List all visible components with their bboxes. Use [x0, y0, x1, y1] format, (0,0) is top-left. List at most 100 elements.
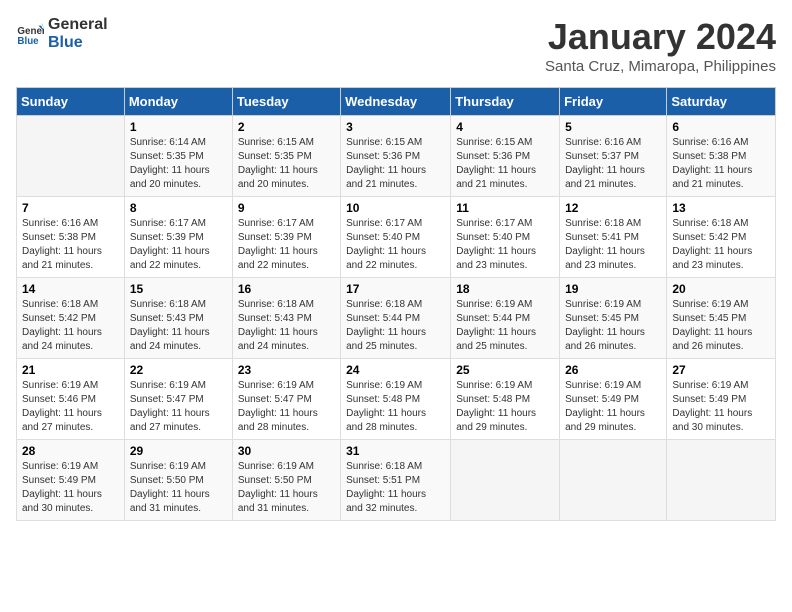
calendar-header: SundayMondayTuesdayWednesdayThursdayFrid…	[17, 88, 776, 116]
day-number: 17	[346, 282, 445, 296]
header-day-sunday: Sunday	[17, 88, 125, 116]
day-number: 18	[456, 282, 554, 296]
calendar-cell: 11Sunrise: 6:17 AM Sunset: 5:40 PM Dayli…	[451, 197, 560, 278]
day-number: 7	[22, 201, 119, 215]
calendar-cell: 25 Sunrise: 6:19 AM Sunset: 5:48 PM Dayli…	[451, 359, 560, 440]
day-number: 10	[346, 201, 445, 215]
header-day-friday: Friday	[560, 88, 667, 116]
day-info: Sunrise: 6:19 AM Sunset: 5:48 PM Dayligh…	[346, 379, 445, 435]
calendar-week-4: 21Sunrise: 6:19 AM Sunset: 5:46 PM Dayli…	[17, 359, 776, 440]
day-number: 19	[565, 282, 661, 296]
day-number: 2	[238, 120, 335, 134]
day-info: Sunrise: 6:17 AM Sunset: 5:40 PM Dayligh…	[346, 217, 445, 273]
day-number: 4	[456, 120, 554, 134]
day-info: Sunrise: 6:14 AM Sunset: 5:35 PM Dayligh…	[130, 136, 227, 192]
day-number: 24	[346, 363, 445, 377]
calendar-cell: 29Sunrise: 6:19 AM Sunset: 5:50 PM Dayli…	[124, 440, 232, 521]
day-info: Sunrise: 6:19 AM Sunset: 5:49 PM Dayligh…	[672, 379, 770, 435]
day-info: Sunrise: 6:18 AM Sunset: 5:43 PM Dayligh…	[130, 298, 227, 354]
svg-text:Blue: Blue	[17, 35, 39, 46]
day-info: Sunrise: 6:15 AM Sunset: 5:36 PM Dayligh…	[346, 136, 445, 192]
day-info: Sunrise: 6:19 AM Sunset: 5:50 PM Dayligh…	[130, 460, 227, 516]
day-info: Sunrise: 6:16 AM Sunset: 5:37 PM Dayligh…	[565, 136, 661, 192]
calendar-cell: 1 Sunrise: 6:14 AM Sunset: 5:35 PM Daylig…	[124, 116, 232, 197]
calendar-cell: 2 Sunrise: 6:15 AM Sunset: 5:35 PM Daylig…	[232, 116, 340, 197]
logo: General Blue General Blue	[16, 16, 108, 51]
calendar-cell: 8Sunrise: 6:17 AM Sunset: 5:39 PM Daylig…	[124, 197, 232, 278]
calendar-cell: 6Sunrise: 6:16 AM Sunset: 5:38 PM Daylig…	[667, 116, 776, 197]
day-number: 3	[346, 120, 445, 134]
title-section: January 2024 Santa Cruz, Mimaropa, Phili…	[545, 16, 776, 75]
day-number: 12	[565, 201, 661, 215]
day-info: Sunrise: 6:18 AM Sunset: 5:44 PM Dayligh…	[346, 298, 445, 354]
header-day-tuesday: Tuesday	[232, 88, 340, 116]
calendar-cell: 18Sunrise: 6:19 AM Sunset: 5:44 PM Dayli…	[451, 278, 560, 359]
calendar-cell: 28Sunrise: 6:19 AM Sunset: 5:49 PM Dayli…	[17, 440, 125, 521]
day-info: Sunrise: 6:16 AM Sunset: 5:38 PM Dayligh…	[672, 136, 770, 192]
calendar-week-2: 7 Sunrise: 6:16 AM Sunset: 5:38 PM Daylig…	[17, 197, 776, 278]
calendar-cell: 31 Sunrise: 6:18 AM Sunset: 5:51 PM Dayli…	[341, 440, 451, 521]
calendar-cell: 23 Sunrise: 6:19 AM Sunset: 5:47 PM Dayli…	[232, 359, 340, 440]
day-info: Sunrise: 6:18 AM Sunset: 5:43 PM Dayligh…	[238, 298, 335, 354]
calendar-cell: 15 Sunrise: 6:18 AM Sunset: 5:43 PM Dayli…	[124, 278, 232, 359]
day-number: 14	[22, 282, 119, 296]
calendar-title: January 2024	[545, 16, 776, 58]
day-number: 27	[672, 363, 770, 377]
calendar-cell: 12 Sunrise: 6:18 AM Sunset: 5:41 PM Dayli…	[560, 197, 667, 278]
calendar-cell: 17 Sunrise: 6:18 AM Sunset: 5:44 PM Dayli…	[341, 278, 451, 359]
day-number: 5	[565, 120, 661, 134]
day-info: Sunrise: 6:19 AM Sunset: 5:50 PM Dayligh…	[238, 460, 335, 516]
calendar-cell: 4 Sunrise: 6:15 AM Sunset: 5:36 PM Daylig…	[451, 116, 560, 197]
day-info: Sunrise: 6:18 AM Sunset: 5:42 PM Dayligh…	[672, 217, 770, 273]
calendar-cell: 10 Sunrise: 6:17 AM Sunset: 5:40 PM Dayli…	[341, 197, 451, 278]
header-day-wednesday: Wednesday	[341, 88, 451, 116]
calendar-cell: 14 Sunrise: 6:18 AM Sunset: 5:42 PM Dayli…	[17, 278, 125, 359]
day-number: 22	[130, 363, 227, 377]
day-number: 31	[346, 444, 445, 458]
calendar-cell: 13Sunrise: 6:18 AM Sunset: 5:42 PM Dayli…	[667, 197, 776, 278]
calendar-subtitle: Santa Cruz, Mimaropa, Philippines	[545, 58, 776, 75]
calendar-cell	[451, 440, 560, 521]
day-number: 20	[672, 282, 770, 296]
calendar-cell	[667, 440, 776, 521]
header-day-monday: Monday	[124, 88, 232, 116]
day-number: 11	[456, 201, 554, 215]
day-number: 9	[238, 201, 335, 215]
logo-line1: General	[48, 16, 108, 34]
day-info: Sunrise: 6:19 AM Sunset: 5:46 PM Dayligh…	[22, 379, 119, 435]
day-info: Sunrise: 6:16 AM Sunset: 5:38 PM Dayligh…	[22, 217, 119, 273]
day-info: Sunrise: 6:18 AM Sunset: 5:41 PM Dayligh…	[565, 217, 661, 273]
calendar-cell	[560, 440, 667, 521]
logo-icon: General Blue	[16, 20, 44, 48]
day-info: Sunrise: 6:19 AM Sunset: 5:49 PM Dayligh…	[565, 379, 661, 435]
calendar-cell: 26Sunrise: 6:19 AM Sunset: 5:49 PM Dayli…	[560, 359, 667, 440]
calendar-cell: 7 Sunrise: 6:16 AM Sunset: 5:38 PM Daylig…	[17, 197, 125, 278]
day-info: Sunrise: 6:19 AM Sunset: 5:48 PM Dayligh…	[456, 379, 554, 435]
day-info: Sunrise: 6:19 AM Sunset: 5:47 PM Dayligh…	[238, 379, 335, 435]
day-number: 15	[130, 282, 227, 296]
day-info: Sunrise: 6:17 AM Sunset: 5:39 PM Dayligh…	[130, 217, 227, 273]
calendar-week-5: 28Sunrise: 6:19 AM Sunset: 5:49 PM Dayli…	[17, 440, 776, 521]
day-info: Sunrise: 6:18 AM Sunset: 5:51 PM Dayligh…	[346, 460, 445, 516]
calendar-week-1: 1 Sunrise: 6:14 AM Sunset: 5:35 PM Daylig…	[17, 116, 776, 197]
day-info: Sunrise: 6:19 AM Sunset: 5:47 PM Dayligh…	[130, 379, 227, 435]
calendar-cell: 9 Sunrise: 6:17 AM Sunset: 5:39 PM Daylig…	[232, 197, 340, 278]
calendar-cell: 19Sunrise: 6:19 AM Sunset: 5:45 PM Dayli…	[560, 278, 667, 359]
day-number: 1	[130, 120, 227, 134]
calendar-week-3: 14 Sunrise: 6:18 AM Sunset: 5:42 PM Dayli…	[17, 278, 776, 359]
header-day-thursday: Thursday	[451, 88, 560, 116]
day-number: 23	[238, 363, 335, 377]
calendar-cell: 22 Sunrise: 6:19 AM Sunset: 5:47 PM Dayli…	[124, 359, 232, 440]
calendar-cell: 27 Sunrise: 6:19 AM Sunset: 5:49 PM Dayli…	[667, 359, 776, 440]
calendar-cell	[17, 116, 125, 197]
logo-line2: Blue	[48, 34, 108, 52]
day-info: Sunrise: 6:15 AM Sunset: 5:35 PM Dayligh…	[238, 136, 335, 192]
day-info: Sunrise: 6:18 AM Sunset: 5:42 PM Dayligh…	[22, 298, 119, 354]
calendar-cell: 30Sunrise: 6:19 AM Sunset: 5:50 PM Dayli…	[232, 440, 340, 521]
day-info: Sunrise: 6:15 AM Sunset: 5:36 PM Dayligh…	[456, 136, 554, 192]
header-day-saturday: Saturday	[667, 88, 776, 116]
day-info: Sunrise: 6:17 AM Sunset: 5:39 PM Dayligh…	[238, 217, 335, 273]
calendar-cell: 3 Sunrise: 6:15 AM Sunset: 5:36 PM Daylig…	[341, 116, 451, 197]
day-number: 28	[22, 444, 119, 458]
day-number: 25	[456, 363, 554, 377]
